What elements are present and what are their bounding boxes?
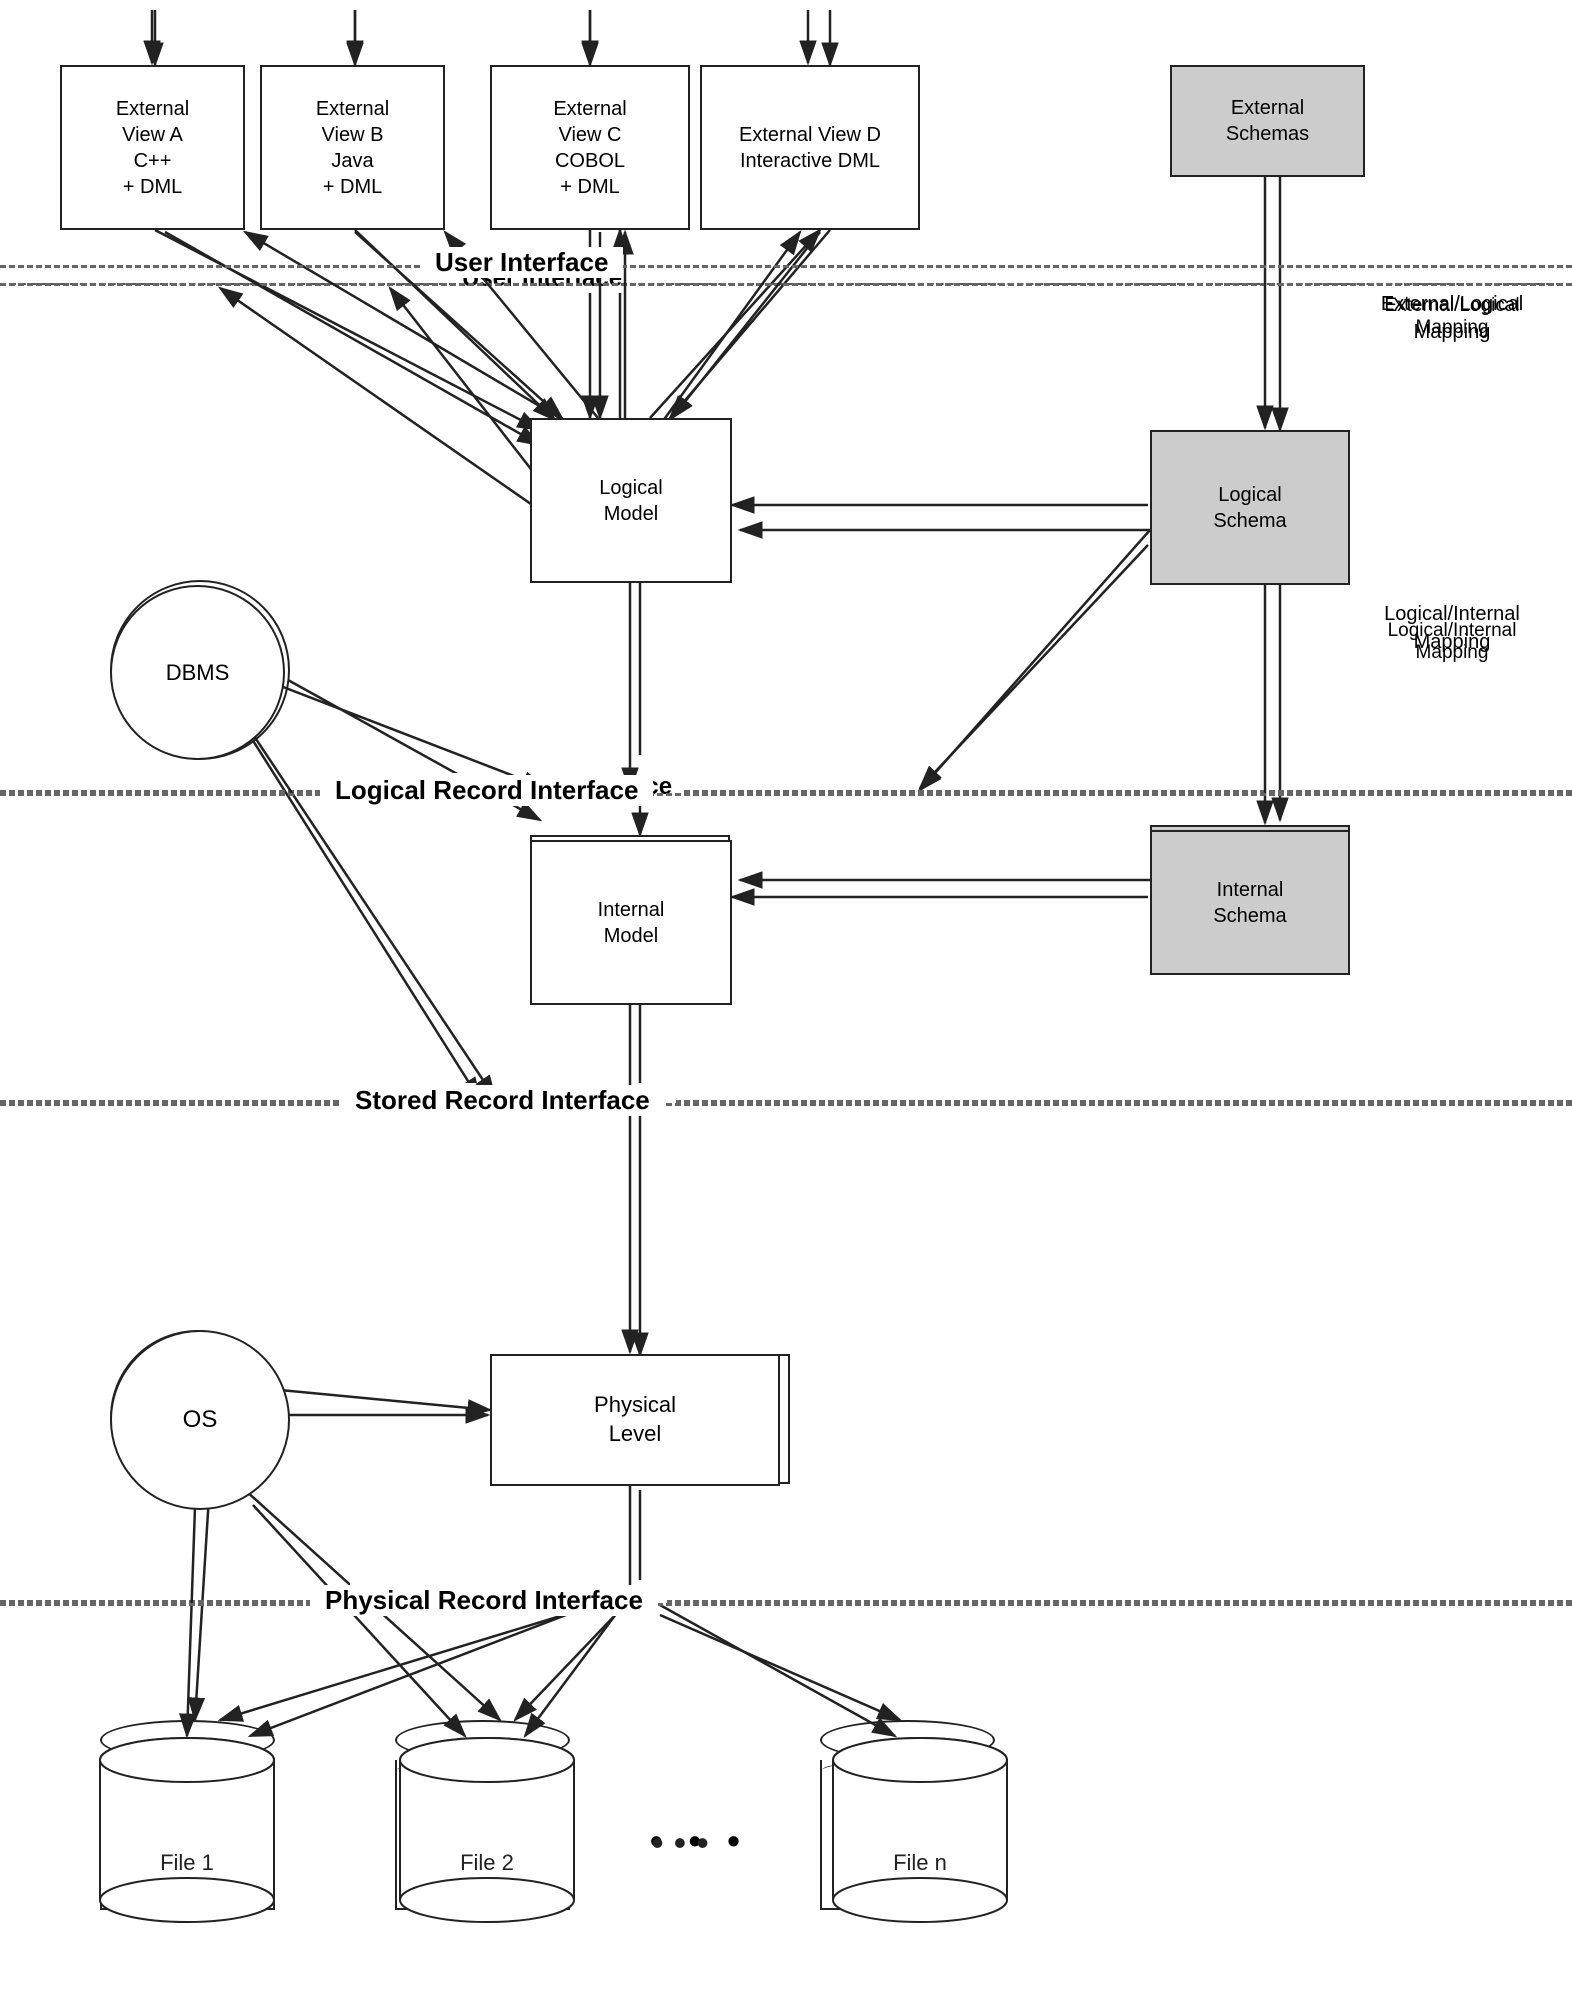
lri-label-final: Logical Record Interface [320, 775, 653, 806]
arrows-svg [0, 0, 1572, 1999]
file1-label: File 1 [161, 1874, 215, 1899]
file2-label: File 2 [456, 1874, 510, 1899]
ext-logical-label-top: External/LogicalMapping [1357, 295, 1547, 339]
arrows-overlay: File 1 File 2 • • • File n [0, 0, 1572, 1999]
pri-label-final: Physical Record Interface [310, 1585, 658, 1616]
sri-line-final [0, 1103, 1572, 1106]
dbms-circle-top: DBMS [110, 585, 285, 760]
user-interface-label-final: User Interface [420, 247, 623, 278]
diagram-container: External View A C++ + DML External View … [0, 0, 1572, 1999]
ui-line-final [0, 265, 1572, 268]
file1-cylinder: File 1 [100, 1720, 275, 1930]
logical-internal-label-top: Logical/InternalMapping [1357, 620, 1547, 664]
logical-model-box-top: Logical Model [530, 418, 732, 583]
ext-view-b-box-top: External View B Java + DML [260, 65, 445, 230]
logical-schema-box-top: Logical Schema [1150, 430, 1350, 585]
file2-cylinder: File 2 [395, 1720, 570, 1930]
physical-level-box-top: Physical Level [490, 1354, 780, 1486]
dots-label: • • • [650, 1820, 748, 1862]
os-circle-top: OS [110, 1330, 290, 1510]
ext-schemas-box-top: External Schemas [1170, 65, 1365, 177]
sri-label-final: Stored Record Interface [340, 1085, 665, 1116]
ext-view-c-box-top: External View C COBOL + DML [490, 65, 690, 230]
filen-cylinder: File n [820, 1720, 995, 1930]
filen-label: File n [881, 1874, 935, 1899]
ext-view-a-box-top: External View A C++ + DML [60, 65, 245, 230]
internal-model-box-top: Internal Model [530, 840, 732, 1005]
pri-line-final [0, 1603, 1572, 1606]
user-interface-dashed [0, 283, 1572, 286]
ext-view-d-box-top: External View D Interactive DML [700, 65, 920, 230]
lri-line-final [0, 793, 1572, 796]
internal-schema-box-top: Internal Schema [1150, 830, 1350, 975]
